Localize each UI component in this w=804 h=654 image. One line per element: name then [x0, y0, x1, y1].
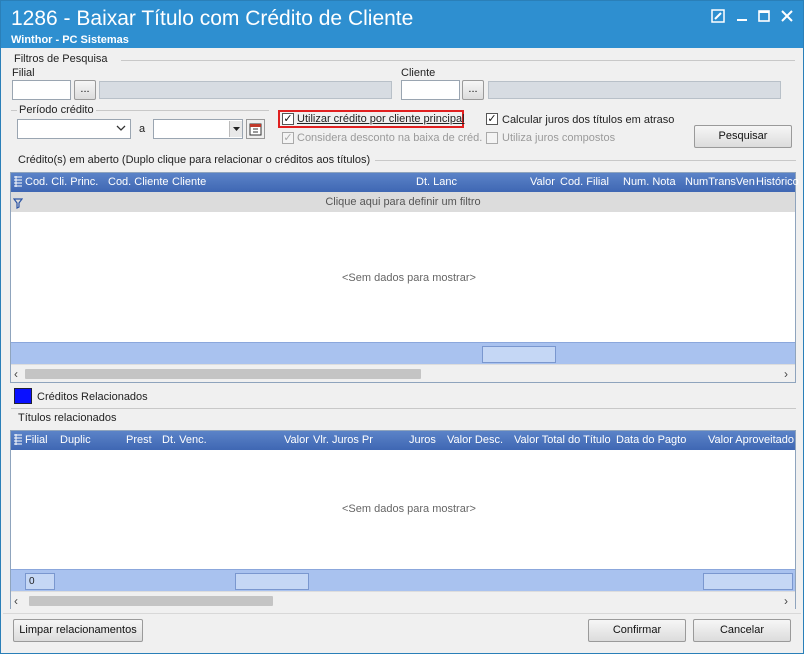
- cliente-input[interactable]: [401, 80, 460, 100]
- window-subtitle: Winthor - PC Sistemas: [11, 34, 129, 46]
- col-dt-venc[interactable]: Dt. Venc.: [162, 434, 207, 446]
- periodo-divider-right: [96, 110, 269, 111]
- col-valor-desc[interactable]: Valor Desc.: [447, 434, 503, 446]
- creditos-divider: [375, 160, 796, 161]
- creditos-relacionados-swatch: [14, 388, 32, 404]
- scroll-right-icon[interactable]: ›: [784, 367, 788, 381]
- col-num-nota[interactable]: Num. Nota: [623, 176, 676, 188]
- cliente-lookup-button[interactable]: ...: [462, 80, 484, 100]
- title-bar: 1286 - Baixar Título com Crédito de Clie…: [1, 1, 803, 48]
- close-icon[interactable]: [780, 9, 794, 23]
- creditos-relacionados-label: Créditos Relacionados: [37, 391, 148, 403]
- bottom-divider: [3, 613, 801, 614]
- periodo-start-select[interactable]: [17, 119, 131, 139]
- scroll-left-icon[interactable]: ‹: [14, 594, 18, 608]
- confirmar-button[interactable]: Confirmar: [588, 619, 686, 642]
- creditos-group-label: Crédito(s) em aberto (Duplo clique para …: [18, 154, 371, 166]
- creditos-summary-cell: [482, 346, 556, 363]
- utilizar-credito-checkbox[interactable]: ✓: [282, 113, 294, 125]
- window-title: 1286 - Baixar Título com Crédito de Clie…: [11, 7, 414, 30]
- filters-group-label: Filtros de Pesquisa: [14, 53, 108, 65]
- col-valor-aproveitado[interactable]: Valor Aproveitado: [708, 434, 794, 446]
- scroll-left-icon[interactable]: ‹: [14, 367, 18, 381]
- creditos-grid-header: Cod. Cli. Princ. Cod. Cliente Cliente Dt…: [11, 173, 799, 192]
- creditos-scroll-thumb[interactable]: [25, 369, 421, 379]
- filter-icon: [12, 196, 24, 216]
- considera-desconto-checkbox[interactable]: ✓: [282, 132, 294, 144]
- main-window: 1286 - Baixar Título com Crédito de Clie…: [0, 0, 804, 654]
- filial-lookup-button[interactable]: ...: [74, 80, 96, 100]
- titulos-group-label: Títulos relacionados: [18, 412, 117, 424]
- col-juros[interactable]: Juros: [409, 434, 436, 446]
- scroll-right-icon[interactable]: ›: [784, 594, 788, 608]
- creditos-grid[interactable]: Cod. Cli. Princ. Cod. Cliente Cliente Dt…: [10, 172, 799, 383]
- column-chooser-icon[interactable]: [13, 433, 23, 448]
- titulos-hscrollbar[interactable]: ‹ ›: [11, 591, 795, 609]
- col-valor-total-titulo[interactable]: Valor Total do Título: [514, 434, 611, 446]
- col-numtransven[interactable]: NumTransVen: [685, 176, 755, 188]
- col-cod-filial[interactable]: Cod. Filial: [560, 176, 609, 188]
- edit-icon[interactable]: [711, 9, 725, 23]
- creditos-hscrollbar[interactable]: ‹ ›: [11, 364, 795, 382]
- date-dropdown-icon[interactable]: [229, 121, 242, 137]
- juros-compostos-checkbox[interactable]: [486, 132, 498, 144]
- col-valor[interactable]: Valor: [284, 434, 309, 446]
- calendar-icon[interactable]: [246, 119, 265, 139]
- cancelar-button[interactable]: Cancelar: [693, 619, 791, 642]
- titulos-summary-cell-2: [703, 573, 793, 590]
- juros-compostos-label: Utiliza juros compostos: [502, 132, 616, 144]
- titulos-divider: [11, 408, 796, 409]
- creditos-filter-row[interactable]: Clique aqui para definir um filtro: [11, 192, 795, 212]
- titulos-summary-cell-1: [235, 573, 309, 590]
- filial-label: Filial: [12, 67, 35, 79]
- creditos-summary-bar: [11, 342, 795, 364]
- maximize-icon[interactable]: [757, 9, 771, 23]
- cliente-label: Cliente: [401, 67, 436, 79]
- periodo-label: Período crédito: [19, 104, 94, 116]
- titulos-scroll-thumb[interactable]: [29, 596, 273, 606]
- considera-desconto-label: Considera desconto na baixa de créd.: [297, 132, 483, 144]
- col-duplic[interactable]: Duplic: [60, 434, 91, 446]
- filial-description-field: [99, 81, 392, 99]
- pesquisar-button[interactable]: Pesquisar: [694, 125, 792, 148]
- col-historico[interactable]: Histórico: [756, 176, 799, 188]
- utilizar-credito-label[interactable]: Utilizar crédito por cliente principal: [297, 113, 465, 125]
- col-filial[interactable]: Filial: [25, 434, 48, 446]
- calcular-juros-label[interactable]: Calcular juros dos títulos em atraso: [502, 114, 674, 126]
- cliente-description-field: [488, 81, 781, 99]
- creditos-filter-text: Clique aqui para definir um filtro: [325, 196, 481, 208]
- titulos-grid[interactable]: Filial Duplic Prest Dt. Venc. Valor Vlr.…: [10, 430, 796, 609]
- titulos-count-cell: 0: [25, 573, 55, 590]
- col-data-pagto[interactable]: Data do Pagto: [616, 434, 686, 446]
- col-vlr-juros-pr[interactable]: Vlr. Juros Pr: [313, 434, 373, 446]
- col-valor[interactable]: Valor: [530, 176, 555, 188]
- limpar-relacionamentos-button[interactable]: Limpar relacionamentos: [13, 619, 143, 642]
- col-dt-lanc[interactable]: Dt. Lanc: [416, 176, 457, 188]
- calcular-juros-checkbox[interactable]: ✓: [486, 113, 498, 125]
- periodo-a-label: a: [139, 123, 146, 135]
- col-cod-cliente[interactable]: Cod. Cliente: [108, 176, 169, 188]
- col-cod-cli-princ[interactable]: Cod. Cli. Princ.: [25, 176, 98, 188]
- minimize-icon[interactable]: [735, 9, 749, 23]
- col-cliente[interactable]: Cliente: [172, 176, 206, 188]
- filters-divider: [121, 60, 795, 61]
- titulos-grid-header: Filial Duplic Prest Dt. Venc. Valor Vlr.…: [11, 431, 795, 450]
- chevron-down-icon: [116, 121, 126, 138]
- filial-input[interactable]: [12, 80, 71, 100]
- column-chooser-icon[interactable]: [13, 175, 23, 190]
- periodo-divider-left: [11, 110, 17, 111]
- titulos-summary-bar: 0: [11, 569, 795, 591]
- titulos-no-data: <Sem dados para mostrar>: [342, 503, 476, 515]
- creditos-no-data: <Sem dados para mostrar>: [342, 272, 476, 284]
- col-prest[interactable]: Prest: [126, 434, 152, 446]
